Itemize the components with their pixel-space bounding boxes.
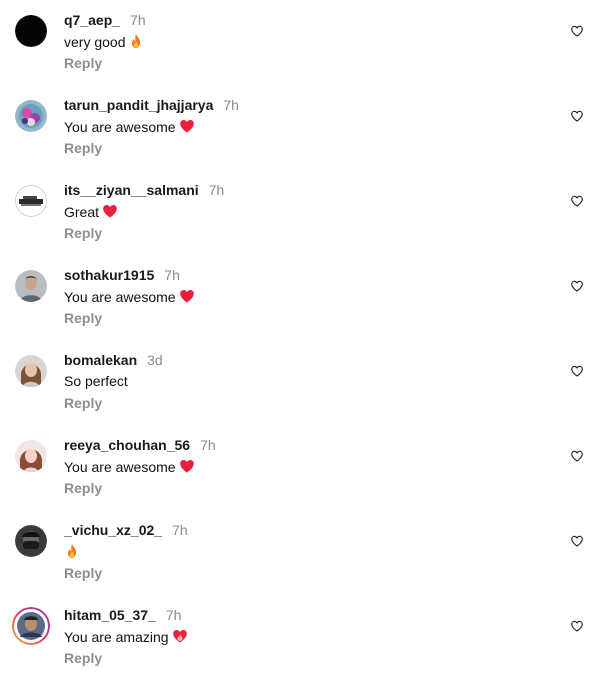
comment-username[interactable]: reeya_chouhan_56 [64, 437, 190, 453]
comment-text-content: You are awesome [64, 119, 176, 135]
comment-username[interactable]: tarun_pandit_jhajjarya [64, 97, 213, 113]
comment-username[interactable]: _vichu_xz_02_ [64, 522, 162, 538]
reply-button[interactable]: Reply [64, 395, 102, 411]
avatar[interactable] [15, 525, 47, 557]
comment-item: tarun_pandit_jhajjarya 7h You are awesome… [0, 85, 600, 170]
fire-emoji-icon [64, 543, 80, 559]
comment-text: very good [64, 33, 144, 51]
comment-item: bomalekan 3d So perfect Reply [0, 340, 600, 425]
comment-text-content: Great [64, 204, 100, 220]
avatar[interactable] [15, 355, 47, 387]
comment-item: hitam_05_37_ 7h You are amazing Reply [0, 595, 600, 680]
reply-button[interactable]: Reply [64, 225, 102, 241]
comment-timestamp: 7h [208, 182, 225, 198]
comment-username[interactable]: sothakur1915 [64, 267, 154, 283]
reply-button[interactable]: Reply [64, 650, 102, 666]
comment-text: So perfect [64, 373, 128, 390]
comment-item: q7_aep_ 7h very good Reply [0, 0, 600, 85]
comment-text-content: You are awesome [64, 289, 176, 305]
comment-text: You are amazing [64, 628, 188, 646]
avatar-with-story-ring[interactable] [12, 607, 50, 645]
comment-username[interactable]: q7_aep_ [64, 12, 120, 28]
comment-timestamp: 7h [164, 267, 180, 283]
comment-item: its__ziyan__salmani 7h Great Reply [0, 170, 600, 255]
comment-item: reeya_chouhan_56 7h You are awesome Reply [0, 425, 600, 510]
red-heart-emoji-icon [179, 118, 195, 134]
heart-icon[interactable] [570, 194, 584, 208]
comment-header: tarun_pandit_jhajjarya 7h [64, 97, 239, 115]
comment-timestamp: 7h [200, 437, 216, 453]
red-heart-emoji-icon [102, 203, 118, 219]
comment-header: its__ziyan__salmani 7h [64, 182, 224, 200]
avatar[interactable] [15, 185, 47, 217]
comment-text: You are awesome [64, 118, 195, 136]
comment-username[interactable]: its__ziyan__salmani [64, 182, 199, 198]
comment-timestamp: 7h [172, 522, 188, 538]
comment-text: You are awesome [64, 288, 195, 306]
reply-button[interactable]: Reply [64, 565, 102, 581]
heart-icon[interactable] [570, 279, 584, 293]
comment-timestamp: 3d [147, 352, 163, 368]
comment-username[interactable]: hitam_05_37_ [64, 607, 156, 623]
avatar[interactable] [15, 270, 47, 302]
reply-button[interactable]: Reply [64, 480, 102, 496]
reply-button[interactable]: Reply [64, 310, 102, 326]
avatar[interactable] [15, 440, 47, 472]
avatar[interactable] [15, 100, 47, 132]
comment-header: _vichu_xz_02_ 7h [64, 522, 188, 540]
comment-header: q7_aep_ 7h [64, 12, 146, 30]
heart-icon[interactable] [570, 619, 584, 633]
avatar[interactable] [15, 15, 47, 47]
heart-icon[interactable] [570, 364, 584, 378]
heart-icon[interactable] [570, 449, 584, 463]
reply-button[interactable]: Reply [64, 55, 102, 71]
comment-header: reeya_chouhan_56 7h [64, 437, 216, 455]
comment-text-content: very good [64, 34, 126, 50]
comment-text-content: You are awesome [64, 459, 176, 475]
comment-item: _vichu_xz_02_ 7h Reply [0, 510, 600, 595]
comment-text [64, 543, 80, 561]
heart-icon[interactable] [570, 24, 584, 38]
red-heart-emoji-icon [179, 458, 195, 474]
red-heart-emoji-icon [179, 288, 195, 304]
heart-icon[interactable] [570, 534, 584, 548]
heart-on-fire-emoji-icon [172, 628, 188, 644]
reply-button[interactable]: Reply [64, 140, 102, 156]
comment-text: Great [64, 203, 118, 221]
comment-header: hitam_05_37_ 7h [64, 607, 181, 625]
comment-username[interactable]: bomalekan [64, 352, 137, 368]
fire-emoji-icon [128, 33, 144, 49]
comment-text-content: You are amazing [64, 629, 169, 645]
comment-text: You are awesome [64, 458, 195, 476]
comment-header: sothakur1915 7h [64, 267, 180, 285]
comment-item: sothakur1915 7h You are awesome Reply [0, 255, 600, 340]
comment-header: bomalekan 3d [64, 352, 163, 370]
comment-timestamp: 7h [165, 607, 182, 623]
heart-icon[interactable] [570, 109, 584, 123]
comment-timestamp: 7h [223, 97, 239, 113]
comment-timestamp: 7h [130, 12, 146, 28]
comment-text-content: So perfect [64, 373, 128, 389]
